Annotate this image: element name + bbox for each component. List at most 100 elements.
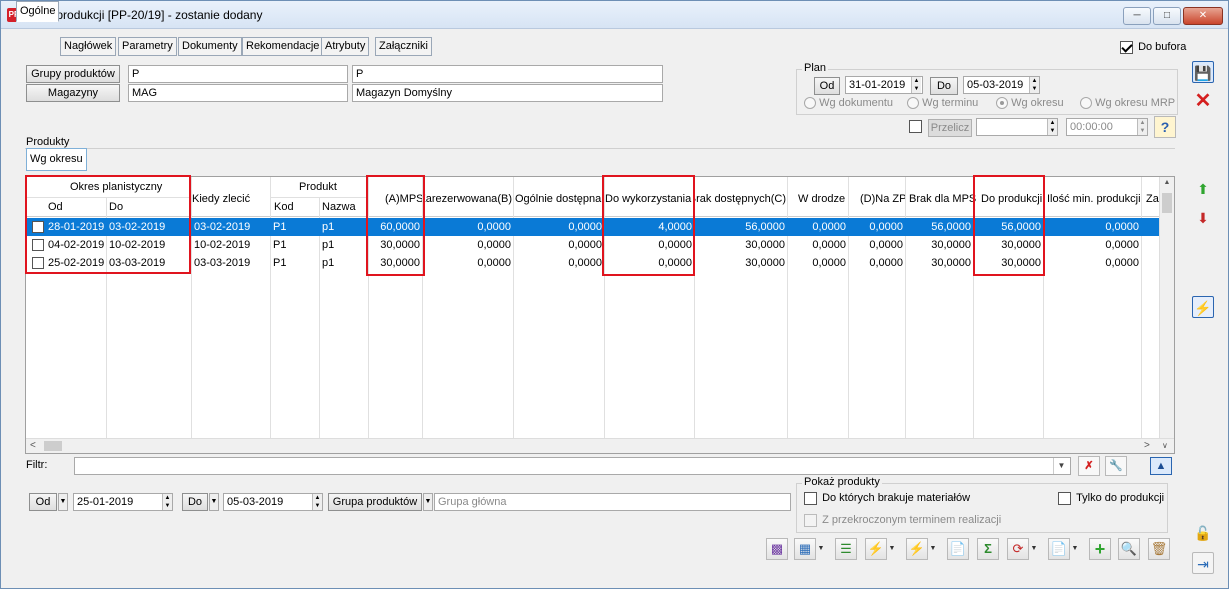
- przelicz-time-field[interactable]: 00:00:00 ▲ ▼: [1066, 118, 1148, 136]
- do-bufora-checkbox[interactable]: Do bufora: [1120, 41, 1186, 54]
- radio-wg-dokumentu-button[interactable]: [804, 97, 816, 110]
- plan-do-button[interactable]: Do: [930, 77, 958, 95]
- plan-od-button[interactable]: Od: [814, 77, 840, 95]
- przekroczonym-terminem-check[interactable]: [804, 514, 817, 527]
- header-kod[interactable]: Kod: [274, 201, 294, 213]
- tab-rekomendacje[interactable]: Rekomendacje: [242, 37, 324, 56]
- scroll-left-icon[interactable]: <: [30, 439, 36, 453]
- filter-dropdown-icon[interactable]: ▼: [1053, 458, 1069, 474]
- przelicz-date-field[interactable]: ▲ ▼: [976, 118, 1058, 136]
- refresh-dropdown-icon[interactable]: ▼: [1030, 538, 1038, 560]
- export-down-icon[interactable]: ⬇: [1192, 207, 1214, 229]
- brakuje-materialow-check[interactable]: [804, 492, 817, 505]
- plan-od-spinner[interactable]: ▲ ▼: [911, 77, 921, 93]
- filter-config-icon[interactable]: 🔧: [1105, 456, 1127, 476]
- bottom-od-spinner[interactable]: ▲ ▼: [162, 494, 172, 510]
- przekroczonym-terminem-checkbox[interactable]: Z przekroczonym terminem realizacji: [804, 514, 1001, 527]
- lightning-orange-icon[interactable]: ⚡: [865, 538, 887, 560]
- przelicz-checkbox[interactable]: [909, 120, 922, 133]
- header-brak-dla-mps[interactable]: Brak dla MPS: [909, 193, 976, 205]
- refresh-icon[interactable]: ⟳: [1007, 538, 1029, 560]
- bottom-do-date[interactable]: 05-03-2019 ▲ ▼: [223, 493, 323, 511]
- sum-icon[interactable]: Σ: [977, 538, 999, 560]
- lock-icon[interactable]: 🔓: [1192, 522, 1214, 544]
- filter-input[interactable]: [74, 457, 1071, 475]
- bottom-do-dropdown-icon[interactable]: ▼: [209, 493, 219, 511]
- header-zap[interactable]: Zap: [1146, 193, 1160, 205]
- tab-parametry[interactable]: Parametry: [118, 37, 177, 56]
- filter-collapse-icon[interactable]: ▲: [1150, 457, 1172, 475]
- scroll-down-icon[interactable]: ∨: [1162, 439, 1168, 453]
- header-kiedy-zlecic[interactable]: Kiedy zlecić: [192, 193, 250, 205]
- tylko-do-produkcji-checkbox[interactable]: Tylko do produkcji: [1058, 492, 1164, 505]
- magazyn-code-field[interactable]: MAG: [128, 84, 348, 102]
- radio-wg-okresu-mrp[interactable]: Wg okresu MRP: [1080, 97, 1175, 110]
- header-brak-dostepnych[interactable]: (C)Brak dostępnych: [694, 193, 786, 205]
- scroll-up-icon[interactable]: ▲: [1162, 179, 1172, 189]
- magazyn-name-field[interactable]: Magazyn Domyślny: [352, 84, 663, 102]
- przelicz-time-spinner[interactable]: ▲ ▼: [1137, 119, 1147, 135]
- grupy-code-field[interactable]: P: [128, 65, 348, 83]
- pin-icon[interactable]: ⇥: [1192, 552, 1214, 574]
- tylko-do-produkcji-check[interactable]: [1058, 492, 1071, 505]
- przelicz-button[interactable]: Przelicz: [928, 119, 972, 137]
- scroll-thumb-vertical[interactable]: [1162, 193, 1172, 213]
- header-na-zp[interactable]: (D)Na ZP: [860, 193, 906, 205]
- grupy-name-field[interactable]: P: [352, 65, 663, 83]
- generate-icon[interactable]: ▦: [794, 538, 816, 560]
- radio-wg-okresu[interactable]: Wg okresu: [996, 97, 1064, 110]
- export-dropdown-icon[interactable]: ▼: [1071, 538, 1079, 560]
- bottom-do-spinner[interactable]: ▲ ▼: [312, 494, 322, 510]
- header-w-drodze[interactable]: W drodze: [798, 193, 845, 205]
- add-icon[interactable]: +: [1089, 538, 1111, 560]
- bottom-od-button[interactable]: Od: [29, 493, 57, 511]
- grupy-produktow-button[interactable]: Grupy produktów: [26, 65, 120, 83]
- filter-clear-icon[interactable]: ✗: [1078, 456, 1100, 476]
- delete-icon[interactable]: 🗑: [1148, 538, 1170, 560]
- subtab-wg-okresu[interactable]: Wg okresu: [26, 148, 87, 171]
- header-ilosc-min[interactable]: Ilość min. produkcji: [1047, 193, 1141, 205]
- brakuje-materialow-checkbox[interactable]: Do których brakuje materiałów: [804, 492, 970, 505]
- lightning-blue-icon[interactable]: ⚡: [1192, 296, 1214, 318]
- tab-zalaczniki[interactable]: Załączniki: [375, 37, 432, 56]
- import-icon[interactable]: ⬆: [1192, 178, 1214, 200]
- lightning-green-dropdown-icon[interactable]: ▼: [929, 538, 937, 560]
- scroll-thumb-horizontal[interactable]: [44, 441, 62, 451]
- plan-do-spinner[interactable]: ▲ ▼: [1029, 77, 1039, 93]
- radio-wg-dokumentu[interactable]: Wg dokumentu: [804, 97, 893, 110]
- tab-ogolne[interactable]: Ogólne: [16, 1, 60, 22]
- magazyny-button[interactable]: Magazyny: [26, 84, 120, 102]
- bottom-od-date[interactable]: 25-01-2019 ▲ ▼: [73, 493, 173, 511]
- przelicz-date-spinner[interactable]: ▲ ▼: [1047, 119, 1057, 135]
- minimize-button[interactable]: ─: [1123, 7, 1151, 25]
- grid-horizontal-scrollbar[interactable]: < > ∨: [26, 438, 1174, 453]
- header-zarezerwowana[interactable]: (B)Zarezerwowana: [422, 193, 512, 205]
- bottom-od-dropdown-icon[interactable]: ▼: [58, 493, 68, 511]
- scroll-right-icon[interactable]: >: [1144, 439, 1150, 453]
- lightning-orange-dropdown-icon[interactable]: ▼: [888, 538, 896, 560]
- search-icon[interactable]: 🔍: [1118, 538, 1140, 560]
- tab-dokumenty[interactable]: Dokumenty: [178, 37, 242, 56]
- radio-wg-terminu[interactable]: Wg terminu: [907, 97, 978, 110]
- close-button[interactable]: ✕: [1183, 7, 1223, 25]
- bottom-grupa-button[interactable]: Grupa produktów: [328, 493, 422, 511]
- cancel-icon[interactable]: ✕: [1192, 90, 1214, 112]
- radio-wg-okresu-button[interactable]: [996, 97, 1008, 110]
- do-bufora-check[interactable]: [1120, 41, 1133, 54]
- grid-vertical-scrollbar[interactable]: ▲: [1159, 177, 1174, 439]
- bottom-grupa-field[interactable]: Grupa główna: [434, 493, 791, 511]
- radio-wg-okresu-mrp-button[interactable]: [1080, 97, 1092, 110]
- maximize-button[interactable]: □: [1153, 7, 1181, 25]
- generate-dropdown-icon[interactable]: ▼: [817, 538, 825, 560]
- tab-naglowek[interactable]: Nagłówek: [60, 37, 117, 56]
- header-ogolnie-dostepna[interactable]: Ogólnie dostępna: [515, 193, 601, 205]
- lightning-green-icon[interactable]: ⚡: [906, 538, 928, 560]
- chart-icon[interactable]: ▩: [766, 538, 788, 560]
- tab-atrybuty[interactable]: Atrybuty: [321, 37, 370, 56]
- list-icon[interactable]: ☰: [835, 538, 857, 560]
- bottom-grupa-dropdown-icon[interactable]: ▼: [423, 493, 433, 511]
- przelicz-help-icon[interactable]: ?: [1154, 116, 1176, 138]
- export-icon[interactable]: 📄: [1048, 538, 1070, 560]
- header-nazwa[interactable]: Nazwa: [322, 201, 356, 213]
- document-icon[interactable]: 📄: [947, 538, 969, 560]
